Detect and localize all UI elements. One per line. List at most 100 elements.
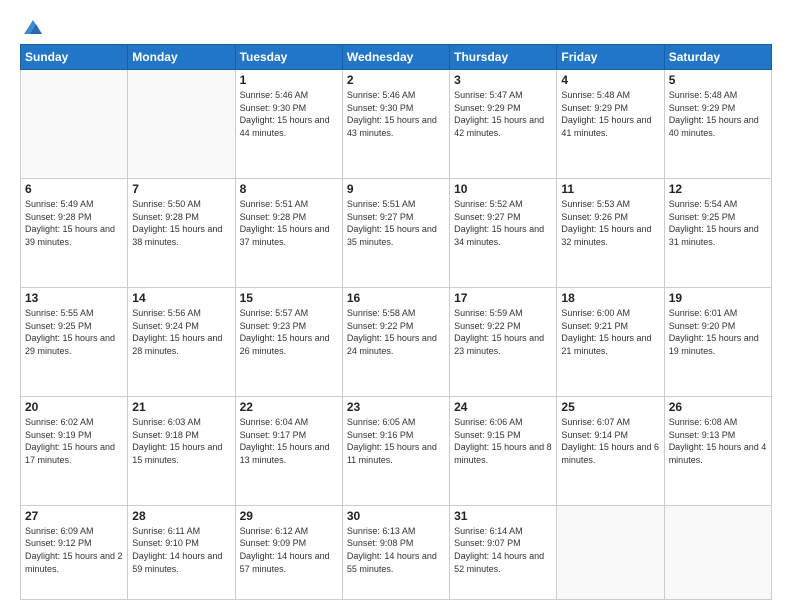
day-number: 9 [347,182,445,196]
day-number: 20 [25,400,123,414]
day-number: 29 [240,509,338,523]
day-info: Sunrise: 6:14 AMSunset: 9:07 PMDaylight:… [454,525,552,575]
day-info: Sunrise: 5:48 AMSunset: 9:29 PMDaylight:… [561,89,659,139]
calendar-cell: 18Sunrise: 6:00 AMSunset: 9:21 PMDayligh… [557,287,664,396]
calendar-cell: 1 Sunrise: 5:46 AMSunset: 9:30 PMDaylight… [235,70,342,179]
day-number: 4 [561,73,659,87]
day-number: 3 [454,73,552,87]
day-info: Sunrise: 5:57 AMSunset: 9:23 PMDaylight:… [240,307,338,357]
calendar-cell: 21 Sunrise: 6:03 AMSunset: 9:18 PMDayligh… [128,396,235,505]
calendar-cell: 25 Sunrise: 6:07 AMSunset: 9:14 PMDayligh… [557,396,664,505]
day-info: Sunrise: 5:56 AMSunset: 9:24 PMDaylight:… [132,307,230,357]
calendar-cell [557,505,664,599]
calendar-week-5: 27 Sunrise: 6:09 AMSunset: 9:12 PMDayligh… [21,505,772,599]
day-number: 1 [240,73,338,87]
calendar-week-4: 20 Sunrise: 6:02 AMSunset: 9:19 PMDayligh… [21,396,772,505]
day-info: Sunrise: 5:48 AMSunset: 9:29 PMDaylight:… [669,89,767,139]
day-info: Sunrise: 6:00 AMSunset: 9:21 PMDaylight:… [561,307,659,357]
day-number: 16 [347,291,445,305]
day-info: Sunrise: 6:09 AMSunset: 9:12 PMDaylight:… [25,525,123,575]
calendar-cell [664,505,771,599]
calendar-cell: 20 Sunrise: 6:02 AMSunset: 9:19 PMDayligh… [21,396,128,505]
day-number: 15 [240,291,338,305]
day-number: 19 [669,291,767,305]
weekday-header-thursday: Thursday [450,45,557,70]
day-info: Sunrise: 5:59 AMSunset: 9:22 PMDaylight:… [454,307,552,357]
day-number: 31 [454,509,552,523]
calendar-week-1: 1 Sunrise: 5:46 AMSunset: 9:30 PMDaylight… [21,70,772,179]
day-number: 5 [669,73,767,87]
calendar-cell: 5 Sunrise: 5:48 AMSunset: 9:29 PMDaylight… [664,70,771,179]
weekday-header-row: SundayMondayTuesdayWednesdayThursdayFrid… [21,45,772,70]
day-info: Sunrise: 5:49 AMSunset: 9:28 PMDaylight:… [25,198,123,248]
day-number: 23 [347,400,445,414]
calendar-cell: 4 Sunrise: 5:48 AMSunset: 9:29 PMDaylight… [557,70,664,179]
day-number: 10 [454,182,552,196]
calendar-cell: 2 Sunrise: 5:46 AMSunset: 9:30 PMDaylight… [342,70,449,179]
calendar-cell: 13 Sunrise: 5:55 AMSunset: 9:25 PMDayligh… [21,287,128,396]
day-info: Sunrise: 5:46 AMSunset: 9:30 PMDaylight:… [240,89,338,139]
day-number: 6 [25,182,123,196]
day-info: Sunrise: 5:55 AMSunset: 9:25 PMDaylight:… [25,307,123,357]
day-info: Sunrise: 6:04 AMSunset: 9:17 PMDaylight:… [240,416,338,466]
day-number: 12 [669,182,767,196]
day-info: Sunrise: 5:50 AMSunset: 9:28 PMDaylight:… [132,198,230,248]
calendar-cell: 6 Sunrise: 5:49 AMSunset: 9:28 PMDaylight… [21,178,128,287]
day-number: 24 [454,400,552,414]
calendar-cell: 19 Sunrise: 6:01 AMSunset: 9:20 PMDayligh… [664,287,771,396]
weekday-header-monday: Monday [128,45,235,70]
header [20,16,772,34]
day-number: 14 [132,291,230,305]
weekday-header-friday: Friday [557,45,664,70]
calendar-cell: 8Sunrise: 5:51 AMSunset: 9:28 PMDaylight… [235,178,342,287]
logo [20,16,44,34]
calendar-cell: 28 Sunrise: 6:11 AMSunset: 9:10 PMDayligh… [128,505,235,599]
calendar-cell: 11 Sunrise: 5:53 AMSunset: 9:26 PMDayligh… [557,178,664,287]
calendar-cell: 9 Sunrise: 5:51 AMSunset: 9:27 PMDaylight… [342,178,449,287]
calendar-cell: 23 Sunrise: 6:05 AMSunset: 9:16 PMDayligh… [342,396,449,505]
calendar-page: SundayMondayTuesdayWednesdayThursdayFrid… [0,0,792,612]
calendar-cell: 30Sunrise: 6:13 AMSunset: 9:08 PMDayligh… [342,505,449,599]
calendar-cell [21,70,128,179]
day-number: 7 [132,182,230,196]
day-info: Sunrise: 5:53 AMSunset: 9:26 PMDaylight:… [561,198,659,248]
day-number: 27 [25,509,123,523]
day-info: Sunrise: 6:11 AMSunset: 9:10 PMDaylight:… [132,525,230,575]
weekday-header-saturday: Saturday [664,45,771,70]
day-info: Sunrise: 6:05 AMSunset: 9:16 PMDaylight:… [347,416,445,466]
day-info: Sunrise: 6:13 AMSunset: 9:08 PMDaylight:… [347,525,445,575]
calendar-cell: 29Sunrise: 6:12 AMSunset: 9:09 PMDayligh… [235,505,342,599]
calendar-cell: 24Sunrise: 6:06 AMSunset: 9:15 PMDayligh… [450,396,557,505]
calendar-cell: 17 Sunrise: 5:59 AMSunset: 9:22 PMDayligh… [450,287,557,396]
calendar-cell: 15 Sunrise: 5:57 AMSunset: 9:23 PMDayligh… [235,287,342,396]
day-number: 21 [132,400,230,414]
day-info: Sunrise: 5:52 AMSunset: 9:27 PMDaylight:… [454,198,552,248]
calendar-cell: 26 Sunrise: 6:08 AMSunset: 9:13 PMDayligh… [664,396,771,505]
calendar-cell: 14 Sunrise: 5:56 AMSunset: 9:24 PMDayligh… [128,287,235,396]
calendar-cell: 16 Sunrise: 5:58 AMSunset: 9:22 PMDayligh… [342,287,449,396]
day-number: 13 [25,291,123,305]
weekday-header-wednesday: Wednesday [342,45,449,70]
day-number: 11 [561,182,659,196]
calendar-cell [128,70,235,179]
calendar-cell: 10 Sunrise: 5:52 AMSunset: 9:27 PMDayligh… [450,178,557,287]
day-info: Sunrise: 5:51 AMSunset: 9:27 PMDaylight:… [347,198,445,248]
day-info: Sunrise: 5:47 AMSunset: 9:29 PMDaylight:… [454,89,552,139]
day-number: 22 [240,400,338,414]
day-number: 26 [669,400,767,414]
day-info: Sunrise: 5:58 AMSunset: 9:22 PMDaylight:… [347,307,445,357]
calendar-cell: 3 Sunrise: 5:47 AMSunset: 9:29 PMDaylight… [450,70,557,179]
day-info: Sunrise: 6:02 AMSunset: 9:19 PMDaylight:… [25,416,123,466]
day-info: Sunrise: 6:01 AMSunset: 9:20 PMDaylight:… [669,307,767,357]
day-number: 17 [454,291,552,305]
day-info: Sunrise: 6:08 AMSunset: 9:13 PMDaylight:… [669,416,767,466]
day-number: 8 [240,182,338,196]
calendar-cell: 27 Sunrise: 6:09 AMSunset: 9:12 PMDayligh… [21,505,128,599]
day-info: Sunrise: 5:46 AMSunset: 9:30 PMDaylight:… [347,89,445,139]
day-info: Sunrise: 6:07 AMSunset: 9:14 PMDaylight:… [561,416,659,466]
day-info: Sunrise: 6:03 AMSunset: 9:18 PMDaylight:… [132,416,230,466]
day-number: 2 [347,73,445,87]
calendar-cell: 12Sunrise: 5:54 AMSunset: 9:25 PMDayligh… [664,178,771,287]
day-number: 25 [561,400,659,414]
day-number: 28 [132,509,230,523]
